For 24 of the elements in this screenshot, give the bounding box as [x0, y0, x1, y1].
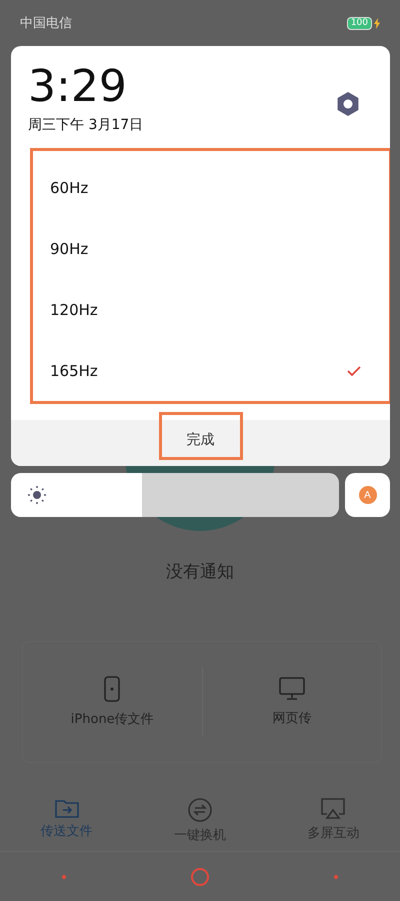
refresh-rate-option[interactable]: 90Hz — [33, 218, 389, 279]
auto-badge: A — [358, 486, 376, 504]
monitor-icon[interactable] — [278, 677, 305, 701]
settings-icon[interactable] — [336, 91, 360, 117]
bottom-tab[interactable]: 传送文件 — [0, 798, 134, 844]
done-button[interactable]: 完成 — [158, 412, 242, 460]
folder-icon — [54, 798, 79, 818]
option-label[interactable]: iPhone传文件 — [70, 710, 154, 728]
phone-icon[interactable] — [104, 676, 120, 702]
brightness-icon — [27, 485, 47, 505]
clock-time: 3:29 — [28, 62, 128, 112]
swap-icon — [188, 798, 212, 822]
empty-message: 没有通知 — [166, 561, 234, 583]
auto-brightness-button[interactable]: A — [345, 473, 390, 517]
cast-icon — [321, 798, 346, 820]
home-button[interactable] — [190, 868, 209, 886]
battery-level: 100 — [346, 16, 372, 30]
refresh-rate-option[interactable]: 120Hz — [33, 279, 389, 340]
date-text: 周三下午 3月17日 — [28, 116, 144, 134]
refresh-rate-option[interactable]: 60Hz — [33, 157, 389, 218]
brightness-slider[interactable] — [11, 473, 339, 517]
refresh-rate-option[interactable]: 165Hz — [33, 340, 389, 401]
carrier-name: 中国电信 — [20, 15, 72, 32]
option-label[interactable]: 网页传 — [272, 709, 312, 727]
